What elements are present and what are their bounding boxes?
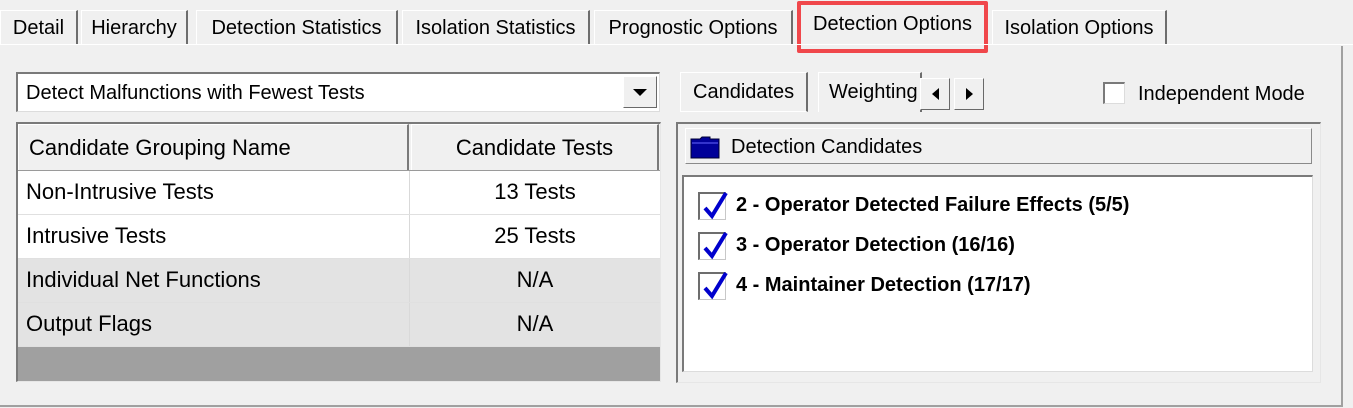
candidate-grouping-table: Candidate Grouping Name Candidate Tests …: [16, 122, 661, 382]
candidate-checkbox[interactable]: [698, 231, 728, 260]
checkmark-icon: [703, 191, 728, 220]
options-tab-strip: Detail Hierarchy Detection Statistics Is…: [0, 0, 1353, 53]
page-border-bottom: [0, 405, 1343, 407]
tab-isolation-options[interactable]: Isolation Options: [992, 10, 1167, 44]
tab-prognostic-options[interactable]: Prognostic Options: [594, 10, 793, 44]
arrow-left-icon: [931, 88, 939, 100]
candidate-tests-cell: N/A: [516, 311, 554, 336]
strategy-dropdown-value: Detect Malfunctions with Fewest Tests: [26, 82, 365, 104]
tab-scroll-right-button[interactable]: [954, 78, 984, 110]
arrow-right-icon: [965, 88, 973, 100]
table-row[interactable]: Intrusive Tests 25 Tests: [18, 215, 660, 259]
tab-strip-divider: [0, 44, 1353, 45]
checkmark-icon: [703, 271, 728, 300]
tab-weighting[interactable]: Weighting: [818, 72, 922, 112]
chevron-down-icon: [633, 88, 647, 96]
table-row[interactable]: Non-Intrusive Tests 13 Tests: [18, 171, 660, 215]
independent-mode-checkbox[interactable]: [1103, 82, 1125, 104]
column-header-grouping-name[interactable]: Candidate Grouping Name: [18, 124, 409, 170]
table-row[interactable]: Output Flags N/A: [18, 303, 660, 347]
tab-detail[interactable]: Detail: [0, 10, 78, 44]
candidate-checkbox[interactable]: [698, 271, 728, 300]
candidate-checkbox[interactable]: [698, 191, 728, 220]
tab-scroll-left-button[interactable]: [920, 78, 950, 110]
candidate-label: 4 - Maintainer Detection (17/17): [736, 274, 1031, 296]
candidate-label: 3 - Operator Detection (16/16): [736, 234, 1015, 256]
checkmark-icon: [703, 231, 728, 260]
table-header: Candidate Grouping Name Candidate Tests: [18, 124, 660, 171]
detection-candidates-header: Detection Candidates: [685, 128, 1312, 164]
tab-candidates[interactable]: Candidates: [680, 72, 808, 112]
candidate-label: 2 - Operator Detected Failure Effects (5…: [736, 194, 1130, 216]
grouping-name-cell: Individual Net Functions: [26, 267, 261, 292]
table-row[interactable]: Individual Net Functions N/A: [18, 259, 660, 303]
tab-detection-statistics[interactable]: Detection Statistics: [196, 10, 398, 44]
dropdown-arrow-button[interactable]: [623, 76, 657, 108]
grouping-name-cell: Intrusive Tests: [26, 223, 167, 248]
strategy-dropdown[interactable]: Detect Malfunctions with Fewest Tests: [16, 72, 660, 112]
column-header-candidate-tests[interactable]: Candidate Tests: [411, 124, 659, 170]
tab-isolation-statistics[interactable]: Isolation Statistics: [402, 10, 590, 44]
grouping-name-cell: Output Flags: [26, 311, 152, 336]
folder-icon: [690, 136, 720, 159]
detection-candidates-list: 2 - Operator Detected Failure Effects (5…: [682, 175, 1313, 372]
active-tab-highlight: [797, 1, 988, 53]
detection-candidates-title: Detection Candidates: [731, 136, 923, 158]
grouping-name-cell: Non-Intrusive Tests: [26, 179, 214, 204]
candidate-tests-cell: N/A: [516, 267, 554, 292]
candidate-tests-cell: 25 Tests: [494, 223, 576, 248]
independent-mode-label[interactable]: Independent Mode: [1138, 80, 1305, 108]
page-border-right: [1341, 46, 1343, 406]
tab-hierarchy[interactable]: Hierarchy: [81, 10, 188, 44]
candidate-tests-cell: 13 Tests: [494, 179, 576, 204]
